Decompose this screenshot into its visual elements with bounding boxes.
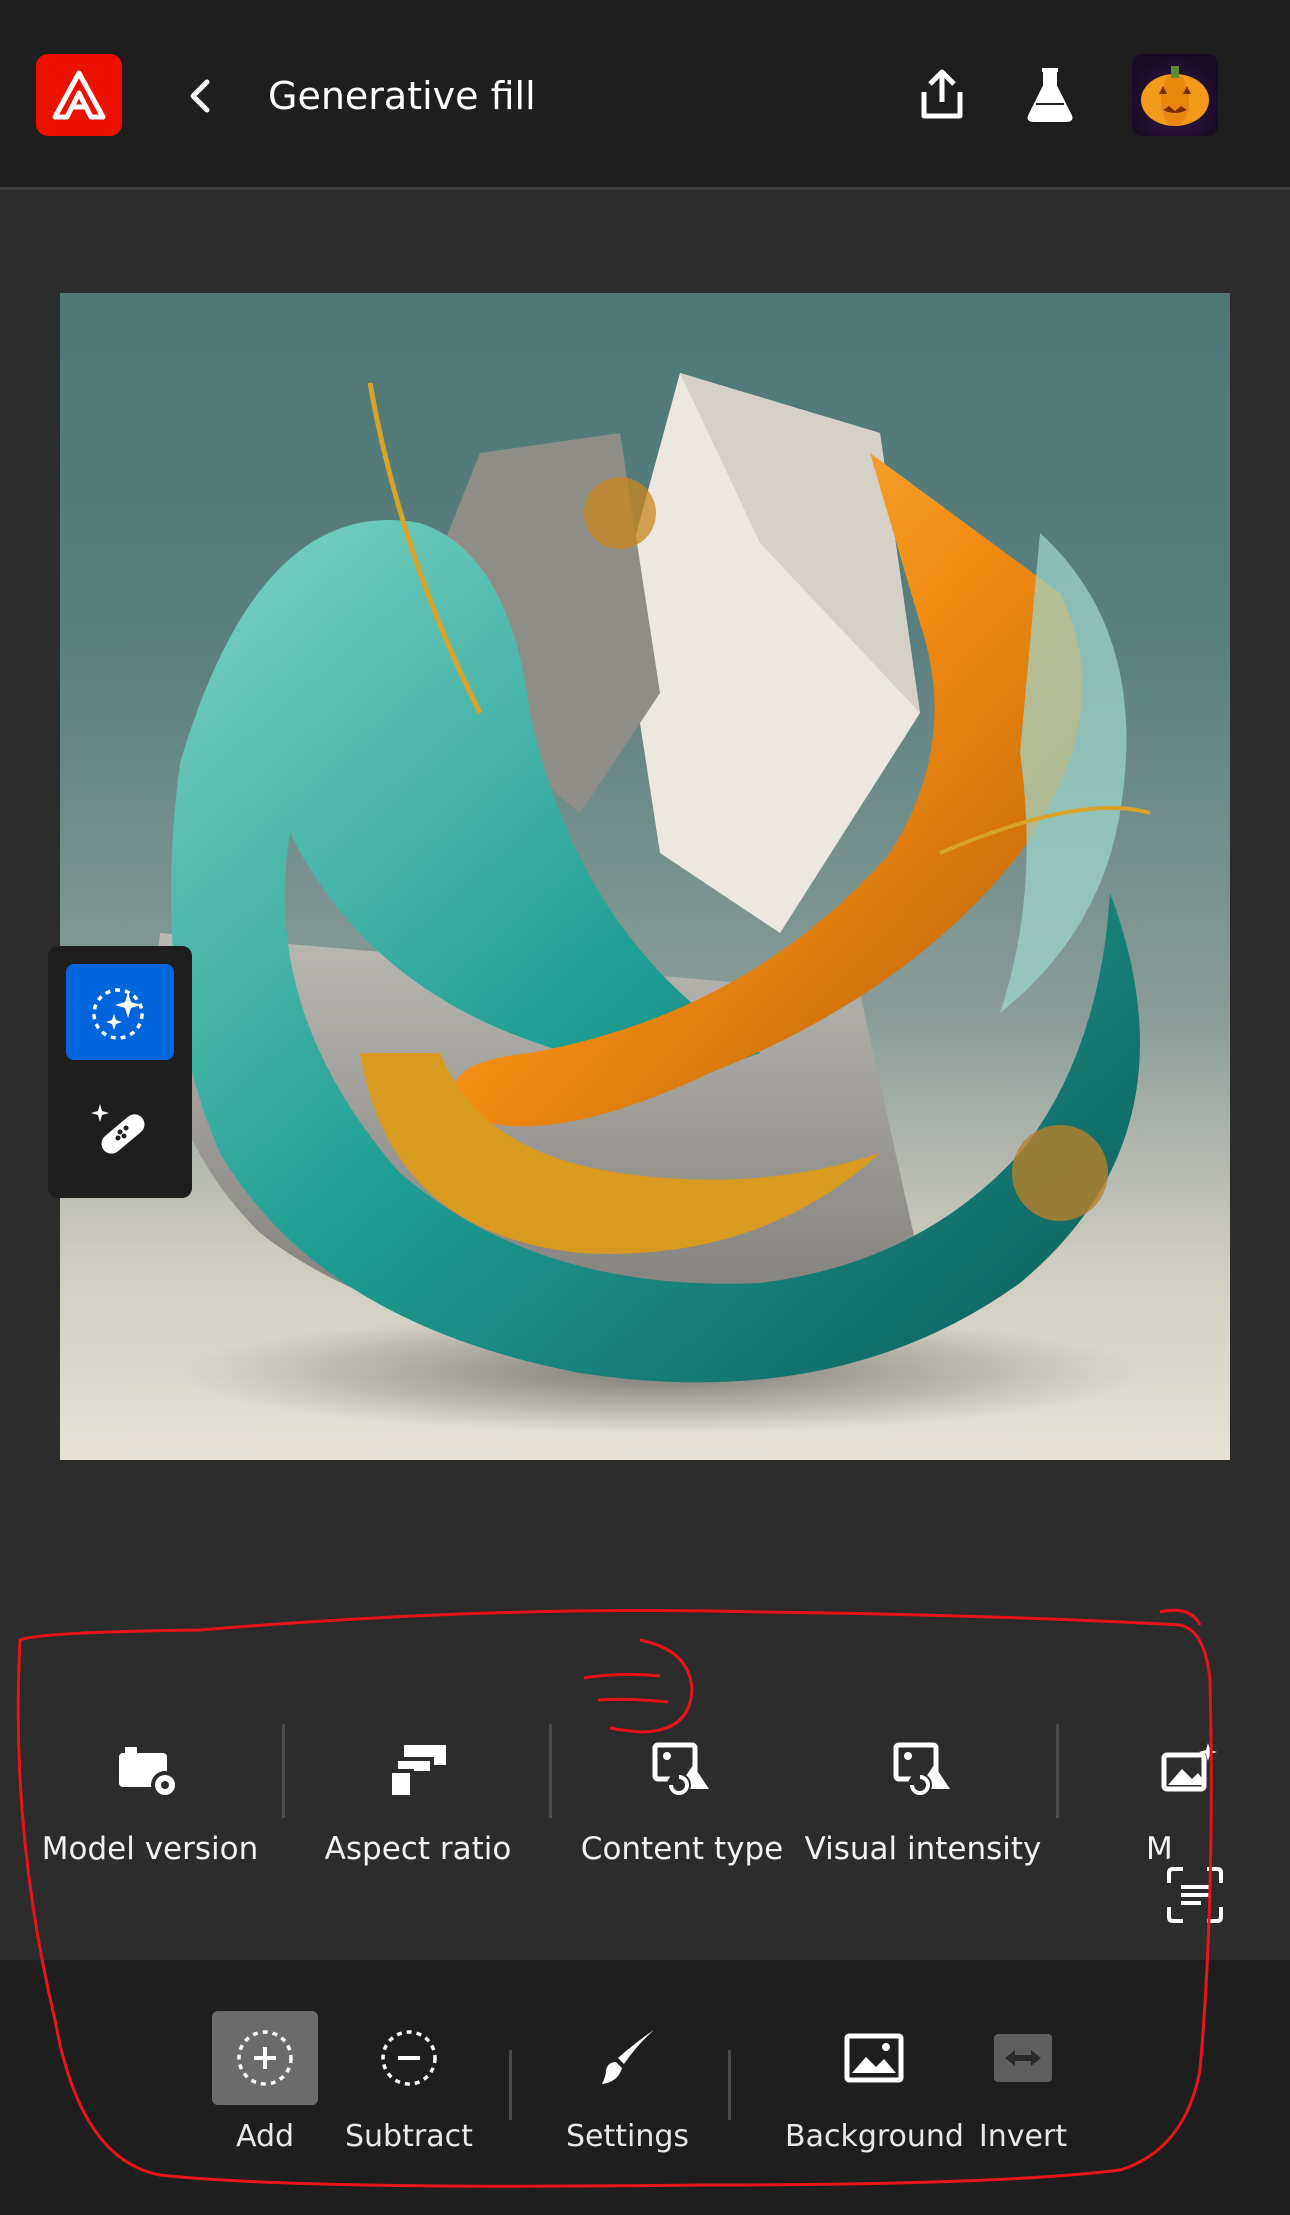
share-icon (921, 69, 963, 119)
toolbar-label: Add (235, 2119, 295, 2154)
aspect-ratio-option[interactable]: Aspect ratio (320, 1735, 516, 1895)
option-label: Visual intensity (804, 1831, 1042, 1867)
option-label: Aspect ratio (324, 1831, 512, 1867)
toolbar-label: Subtract (345, 2119, 473, 2154)
invert-button[interactable]: Invert (970, 2011, 1076, 2154)
remove-tool-button[interactable] (66, 1082, 174, 1178)
share-button[interactable] (910, 62, 974, 126)
fill-options-strip: Model version Aspect ratio Content type … (0, 1655, 1290, 1960)
toolbar-divider (728, 2050, 731, 2120)
generative-fill-tool-button[interactable] (66, 964, 174, 1060)
pumpkin-avatar-icon (1141, 66, 1209, 126)
adobe-firefly-logo-icon[interactable] (36, 54, 122, 136)
toolbar-divider (509, 2050, 512, 2120)
sparkle-bandage-icon (91, 1104, 145, 1154)
app-header: Generative fill (0, 0, 1290, 190)
subtract-selection-button[interactable]: Subtract (345, 2011, 473, 2154)
sparkle-selection-icon (92, 988, 144, 1040)
content-type-option[interactable]: Content type (580, 1735, 784, 1895)
flask-icon (1027, 68, 1073, 122)
image-icon (844, 2033, 904, 2083)
subtract-selection-icon (381, 2030, 437, 2086)
toolbar-label: Invert (978, 2119, 1068, 2154)
page-title: Generative fill (268, 74, 536, 118)
avatar[interactable] (1132, 54, 1218, 136)
settings-button[interactable]: Settings (566, 2011, 689, 2154)
add-selection-icon (237, 2030, 293, 2086)
background-button[interactable]: Background (785, 2011, 964, 2154)
content-type-icon (652, 1742, 709, 1797)
model-version-option[interactable]: Model version (42, 1735, 258, 1895)
toolbar-label: Settings (566, 2119, 690, 2154)
aspect-ratio-icon (388, 1745, 446, 1799)
option-divider (549, 1724, 552, 1818)
model-settings-icon (119, 1747, 179, 1799)
option-label: Content type (580, 1831, 784, 1867)
generated-artwork-image[interactable] (60, 293, 1230, 1460)
option-label: Model version (41, 1831, 259, 1867)
add-selection-button[interactable]: Add (212, 2011, 318, 2154)
visual-intensity-icon (893, 1742, 950, 1797)
chevron-left-icon (190, 79, 210, 113)
invert-icon (994, 2034, 1052, 2082)
back-button[interactable] (172, 68, 228, 124)
image-sparkle-icon (1161, 1743, 1217, 1792)
option-divider (282, 1724, 285, 1818)
selection-toolbar: Add Subtract Settings Background Invert (0, 1960, 1290, 2215)
visual-intensity-option[interactable]: Visual intensity (805, 1735, 1041, 1895)
toolbar-label: Background (785, 2119, 964, 2154)
generative-fill-screen: Generative fill Model version Aspect rat… (0, 0, 1290, 2215)
scan-text-icon (1167, 1867, 1223, 1923)
brush-icon (601, 2030, 654, 2084)
prompt-scan-button[interactable] (1150, 1850, 1240, 1940)
tool-rail (48, 946, 192, 1198)
option-divider (1056, 1724, 1059, 1818)
beta-features-button[interactable] (1018, 62, 1082, 126)
